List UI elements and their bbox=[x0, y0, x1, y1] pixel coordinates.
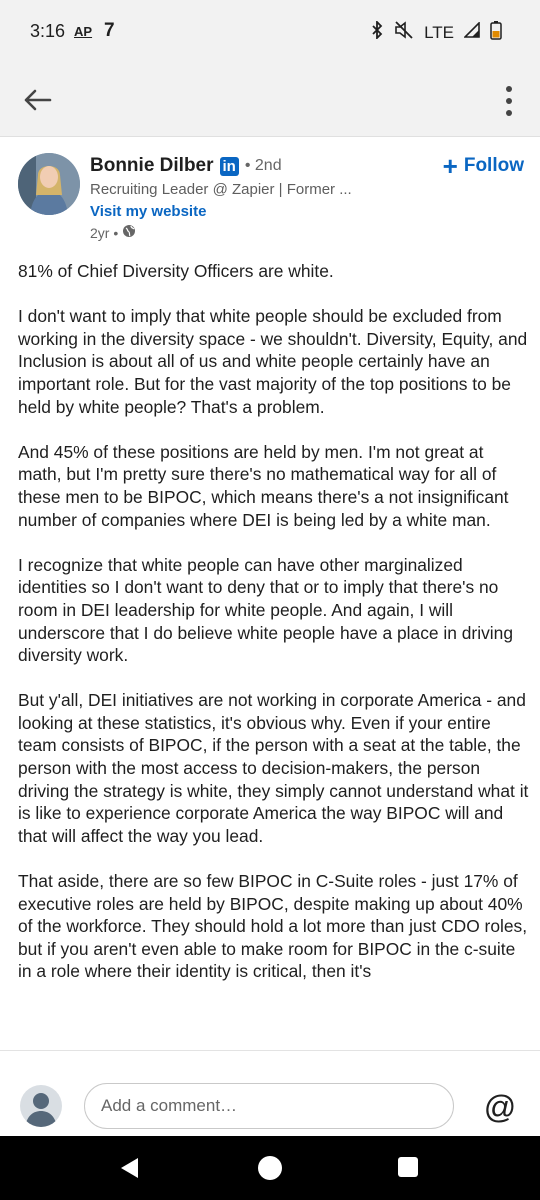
nav-recents-icon[interactable] bbox=[398, 1157, 418, 1177]
comment-input[interactable]: Add a comment… bbox=[84, 1083, 454, 1129]
top-app-bar bbox=[0, 66, 540, 137]
connection-degree: • 2nd bbox=[244, 157, 282, 174]
seven-app-icon: 7 bbox=[104, 20, 115, 41]
status-icons: LTE bbox=[370, 19, 502, 45]
comment-bar: Add a comment… @ bbox=[0, 1050, 540, 1137]
more-vertical-icon[interactable] bbox=[502, 84, 516, 118]
bluetooth-icon bbox=[370, 19, 384, 44]
status-time: 3:16 bbox=[30, 21, 66, 41]
nav-home-icon[interactable] bbox=[258, 1156, 282, 1180]
author-headline: Recruiting Leader @ Zapier | Former ... bbox=[90, 181, 352, 198]
system-nav-bar bbox=[0, 1136, 540, 1200]
status-bar: 3:16 AP 7 LTE bbox=[0, 0, 540, 66]
author-name[interactable]: Bonnie Dilber bbox=[90, 155, 214, 177]
author-name-row: Bonnie Dilber in • 2nd bbox=[90, 155, 282, 177]
post-paragraph: But y'all, DEI initiatives are not worki… bbox=[18, 690, 529, 846]
post-body: 81% of Chief Diversity Officers are whit… bbox=[18, 260, 530, 1050]
mute-icon bbox=[394, 21, 414, 44]
mention-button[interactable]: @ bbox=[480, 1087, 520, 1127]
follow-label: Follow bbox=[463, 155, 524, 176]
post-paragraph: And 45% of these positions are held by m… bbox=[18, 441, 509, 530]
visit-website-link[interactable]: Visit my website bbox=[90, 203, 206, 220]
globe-icon bbox=[122, 224, 136, 241]
ap-app-icon: AP bbox=[74, 24, 93, 39]
user-avatar[interactable] bbox=[20, 1085, 62, 1127]
linkedin-icon: in bbox=[219, 156, 239, 176]
author-avatar[interactable] bbox=[18, 153, 80, 215]
post-paragraph: 81% of Chief Diversity Officers are whit… bbox=[18, 261, 334, 281]
battery-icon bbox=[490, 20, 502, 45]
post-paragraph: I don't want to imply that white people … bbox=[18, 306, 528, 417]
nav-back-icon[interactable] bbox=[118, 1156, 142, 1180]
network-type: LTE bbox=[424, 22, 454, 42]
post-paragraph: I recognize that white people can have o… bbox=[18, 554, 513, 666]
arrow-left-icon[interactable] bbox=[20, 82, 56, 118]
plus-icon: + bbox=[442, 151, 458, 181]
post-time: 2yr • bbox=[90, 224, 119, 241]
post-paragraph: That aside, there are so few BIPOC in C-… bbox=[18, 871, 528, 982]
signal-icon bbox=[463, 21, 480, 43]
post-meta: 2yr • bbox=[90, 224, 136, 241]
follow-button[interactable]: + Follow bbox=[442, 151, 524, 181]
